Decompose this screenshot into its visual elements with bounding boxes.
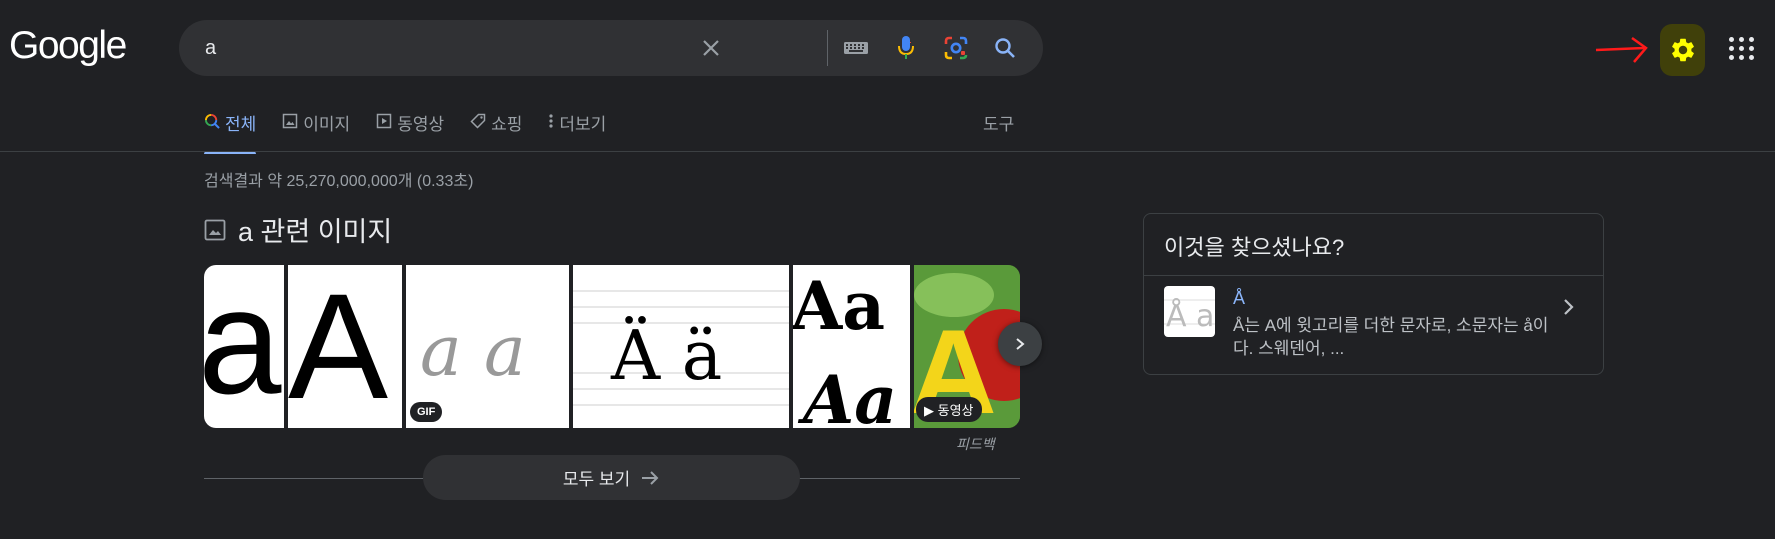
strip-next-button[interactable] (998, 322, 1042, 366)
google-logo[interactable]: Google (9, 22, 127, 70)
annotation-arrow-icon (1595, 36, 1648, 63)
apps-grid-icon[interactable] (1724, 32, 1756, 64)
image-thumb[interactable]: Ä ä (573, 265, 789, 428)
tools-button[interactable]: 도구 (983, 110, 1014, 135)
image-thumb[interactable]: a a GIF (406, 265, 569, 428)
search-tabs: 전체 이미지 동영상 쇼핑 더보기 (204, 110, 632, 154)
tab-label: 이미지 (303, 115, 351, 134)
search-divider (827, 30, 828, 66)
images-section-title: a 관련 이미지 (238, 217, 393, 247)
clear-icon[interactable] (697, 34, 725, 62)
tab-label: 전체 (225, 115, 257, 134)
tab-videos[interactable]: 동영상 (376, 110, 444, 152)
image-thumb[interactable]: A (288, 265, 402, 428)
keyboard-icon[interactable] (842, 34, 870, 62)
tab-more[interactable]: 더보기 (548, 110, 606, 152)
view-all-button[interactable]: 모두 보기 (423, 455, 800, 500)
arrow-right-icon (642, 470, 659, 485)
images-section-header[interactable]: a 관련 이미지 (204, 210, 392, 249)
gear-icon (1671, 38, 1694, 62)
image-icon (204, 219, 226, 240)
card-item-description: Å는 A에 윗고리를 더한 문자로, 소문자는 å이다. 스웨덴어, ... (1233, 316, 1549, 358)
card-divider (1144, 275, 1603, 276)
chevron-right-icon[interactable] (1562, 298, 1576, 316)
tab-all[interactable]: 전체 (204, 110, 257, 154)
video-icon (376, 112, 392, 130)
video-badge: ▶ 동영상 (916, 397, 982, 422)
search-box[interactable]: a (179, 20, 1043, 76)
svg-text:Aa: Aa (793, 267, 885, 345)
svg-text:Å a: Å a (1166, 298, 1214, 334)
gif-badge: GIF (410, 402, 443, 422)
svg-text:a a: a a (420, 310, 526, 392)
tab-shopping[interactable]: 쇼핑 (470, 110, 522, 152)
feedback-link[interactable]: 피드백 (956, 434, 995, 454)
svg-text:a: a (204, 265, 282, 425)
tab-label: 더보기 (559, 115, 607, 134)
settings-button[interactable] (1660, 24, 1705, 76)
card-thumb[interactable]: Å a (1164, 286, 1215, 337)
more-vert-icon (548, 112, 554, 130)
tab-images[interactable]: 이미지 (282, 110, 350, 152)
card-title: 이것을 찾으셨나요? (1164, 235, 1345, 260)
search-icon[interactable] (991, 34, 1019, 62)
svg-text:Ä ä: Ä ä (610, 317, 722, 396)
svg-text:A: A (288, 265, 388, 428)
tab-label: 동영상 (397, 115, 445, 134)
mic-icon[interactable] (892, 34, 920, 62)
tabs-divider (0, 151, 1775, 152)
lens-icon[interactable] (942, 34, 970, 62)
image-thumb[interactable]: a (204, 265, 284, 428)
tab-label: 쇼핑 (491, 115, 523, 134)
search-input[interactable]: a (205, 37, 216, 60)
image-thumb[interactable]: Aa Aa (793, 265, 910, 428)
did-you-mean-card: 이것을 찾으셨나요? Å a Å Å는 A에 윗고리를 더한 문자로, 소문자는… (1143, 213, 1604, 375)
view-all-label: 모두 보기 (562, 470, 631, 489)
card-item-link[interactable]: Å (1233, 288, 1245, 309)
chevron-right-icon (1016, 338, 1025, 350)
search-icon (204, 112, 220, 130)
tag-icon (470, 112, 486, 130)
svg-text:Aa: Aa (797, 361, 897, 428)
image-icon (282, 112, 298, 130)
image-strip: a A a a GIF Ä ä Aa Aa A ▶ 동영상 (204, 265, 1020, 428)
result-stats: 검색결과 약 25,270,000,000개 (0.33초) (204, 173, 474, 190)
